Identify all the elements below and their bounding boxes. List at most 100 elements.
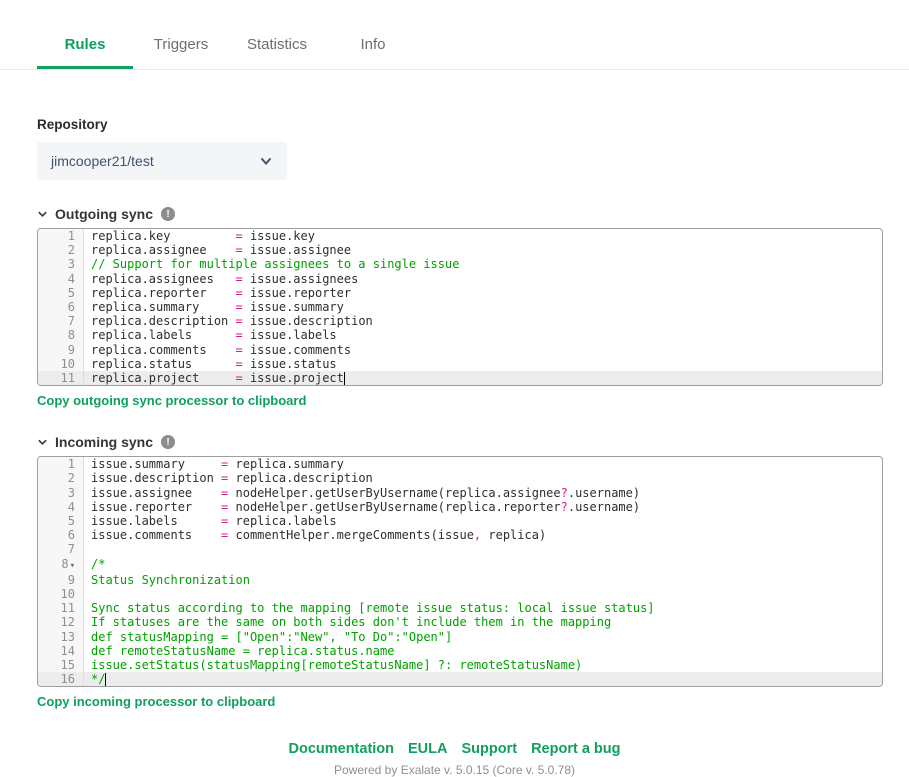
code-text: replica.status = issue.status: [91, 356, 337, 371]
code-line[interactable]: 8 replica.labels = issue.labels: [38, 328, 882, 343]
code-line[interactable]: 10: [38, 587, 882, 602]
code-text: def remoteStatusName = replica.status.na…: [91, 643, 395, 658]
line-number: 3: [38, 257, 84, 272]
section-title: Incoming sync: [55, 434, 154, 451]
fold-arrow-icon[interactable]: ▾: [70, 561, 75, 571]
line-number: 6: [38, 300, 84, 315]
line-number: 2: [38, 471, 84, 486]
line-number: 8▾: [38, 556, 84, 573]
code-line[interactable]: 1 issue.summary = replica.summary: [38, 457, 882, 472]
code-line[interactable]: 13 def statusMapping = ["Open":"New", "To…: [38, 629, 882, 644]
outgoing-sync-header: Outgoing sync: [37, 206, 883, 222]
code-text: issue.labels = replica.labels: [91, 514, 337, 529]
line-number: 9: [38, 572, 84, 588]
code-text: issue.description = replica.description: [91, 471, 373, 486]
tab-rules[interactable]: Rules: [37, 36, 133, 69]
footer-link-documentation[interactable]: Documentation: [288, 741, 394, 757]
code-line[interactable]: 2 replica.assignee = issue.assignee: [38, 243, 882, 258]
line-number: 1: [38, 457, 84, 472]
tab-triggers[interactable]: Triggers: [133, 36, 229, 69]
outgoing-sync-code-editor[interactable]: 1 replica.key = issue.key 2 replica.assigne…: [37, 228, 883, 387]
code-text: issue.setStatus(statusMapping[remoteStat…: [91, 658, 583, 673]
info-icon[interactable]: [161, 435, 176, 450]
incoming-sync-code-editor[interactable]: 1 issue.summary = replica.summary 2 issue.d…: [37, 456, 883, 688]
line-number: 10: [38, 356, 84, 372]
code-text: replica.reporter = issue.reporter: [91, 285, 352, 300]
code-line[interactable]: 7: [38, 542, 882, 557]
code-line[interactable]: 7 replica.description = issue.description: [38, 314, 882, 329]
code-text: If statuses are the same on both sides d…: [91, 615, 612, 630]
code-line[interactable]: 16 */: [38, 672, 882, 687]
powered-by-text: Powered by Exalate v. 5.0.15 (Core v. 5.…: [333, 763, 575, 777]
line-number: 5: [38, 285, 84, 301]
code-line[interactable]: 10 replica.status = issue.status: [38, 356, 882, 372]
code-line[interactable]: 6 replica.summary = issue.summary: [38, 300, 882, 315]
tab-statistics[interactable]: Statistics: [229, 36, 325, 69]
code-text: */: [91, 672, 107, 687]
tab-info[interactable]: Info: [325, 36, 421, 69]
code-text: replica.assignees = issue.assignees: [91, 271, 359, 286]
code-text: Status Synchronization: [91, 572, 250, 587]
code-line[interactable]: 3 issue.assignee = nodeHelper.getUserByUs…: [38, 485, 882, 500]
footer-link-support[interactable]: Support: [462, 741, 518, 757]
line-number: 4: [38, 271, 84, 286]
code-line[interactable]: 2 issue.description = replica.description: [38, 471, 882, 486]
code-line[interactable]: 5 replica.reporter = issue.reporter: [38, 285, 882, 301]
line-number: 10: [38, 587, 84, 602]
code-text: replica.project = issue.project: [91, 371, 345, 386]
footer-link-report-a-bug[interactable]: Report a bug: [531, 741, 620, 757]
code-text: def statusMapping = ["Open":"New", "To D…: [91, 629, 453, 644]
code-text: replica.assignee = issue.assignee: [91, 243, 352, 258]
code-line[interactable]: 4 replica.assignees = issue.assignees: [38, 271, 882, 286]
code-line[interactable]: 4 issue.reporter = nodeHelper.getUserByUs…: [38, 499, 882, 515]
repository-select[interactable]: jimcooper21/test: [37, 142, 287, 180]
repository-label: Repository: [37, 117, 108, 132]
line-number: 4: [38, 499, 84, 515]
collapse-chevron-icon[interactable]: [37, 209, 48, 220]
code-line[interactable]: 12 If statuses are the same on both sides…: [38, 615, 882, 630]
line-number: 11: [38, 601, 84, 616]
footer-link-eula[interactable]: EULA: [408, 741, 447, 757]
code-line[interactable]: 14 def remoteStatusName = replica.status.…: [38, 643, 882, 659]
code-line[interactable]: 11 Sync status according to the mapping […: [38, 601, 882, 616]
line-number: 16: [38, 672, 84, 687]
code-text: issue.assignee = nodeHelper.getUserByUse…: [91, 485, 641, 500]
line-number: 15: [38, 658, 84, 673]
info-icon[interactable]: [161, 207, 175, 221]
incoming-sync-header: Incoming sync: [37, 434, 883, 450]
code-text: replica.description = issue.description: [91, 314, 373, 329]
code-line[interactable]: 9 replica.comments = issue.comments: [38, 342, 882, 357]
code-line[interactable]: 9 Status Synchronization: [38, 572, 882, 588]
main-content: Repository jimcooper21/test Outgoing syn…: [37, 117, 883, 709]
code-line[interactable]: 6 issue.comments = commentHelper.mergeCom…: [38, 528, 882, 543]
code-text: Sync status according to the mapping [re…: [91, 601, 655, 616]
outgoing-sync-section: Outgoing sync 1replica.key = issue.key2r…: [37, 206, 883, 408]
incoming-sync-section: Incoming sync 1 issue.summary = replica.s…: [37, 434, 883, 709]
text-cursor: [105, 673, 107, 687]
code-text: issue.comments = commentHelper.mergeComm…: [91, 528, 547, 543]
line-number: 13: [38, 629, 84, 644]
code-text: /*: [91, 556, 106, 571]
chevron-down-icon: [261, 158, 271, 166]
code-line[interactable]: 3 // Support for multiple assignees to a …: [38, 257, 882, 272]
line-number: 3: [38, 485, 84, 500]
line-number: 5: [38, 514, 84, 529]
tab-bar: Rules Triggers Statistics Info: [0, 0, 909, 70]
copy-outgoing-sync-button[interactable]: Copy outgoing sync processor to clipboar…: [37, 393, 883, 408]
code-line[interactable]: 15 issue.setStatus(statusMapping[remoteSt…: [38, 658, 882, 673]
code-line[interactable]: 11 replica.project = issue.project: [38, 371, 882, 386]
section-title: Outgoing sync: [55, 206, 153, 222]
text-cursor: [343, 372, 345, 386]
code-line[interactable]: 8▾ /*: [38, 556, 882, 573]
copy-incoming-sync-button[interactable]: Copy incoming processor to clipboard: [37, 694, 883, 709]
line-number: 2: [38, 243, 84, 258]
collapse-chevron-icon[interactable]: [37, 437, 48, 448]
exalate-rules-page: Rules Triggers Statistics Info Repository j…: [0, 0, 909, 777]
code-line[interactable]: 1 replica.key = issue.key: [38, 229, 882, 244]
code-text: replica.comments = issue.comments: [91, 342, 352, 357]
line-number: 12: [38, 615, 84, 630]
code-line[interactable]: 5 issue.labels = replica.labels: [38, 514, 882, 529]
code-text: issue.summary = replica.summary: [91, 457, 344, 472]
